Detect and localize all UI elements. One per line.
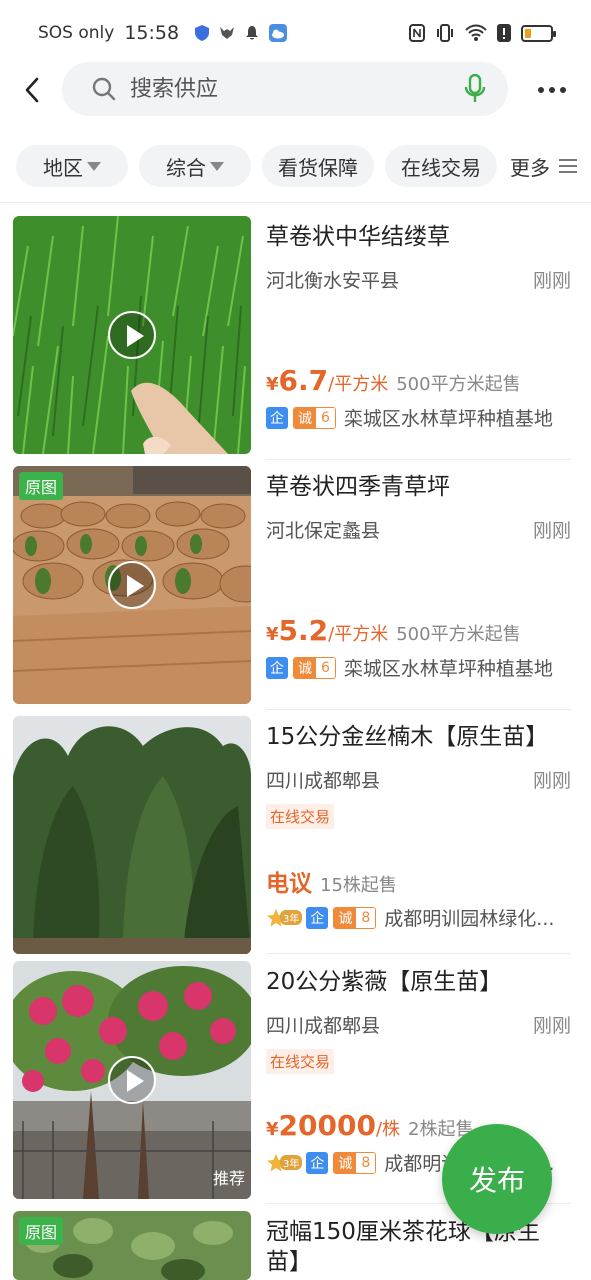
fox-icon: [220, 27, 235, 39]
price-unit: /平方米: [328, 624, 389, 645]
product-title: 草卷状中华结缕草: [266, 224, 450, 250]
search-bar[interactable]: [62, 62, 508, 116]
menu-icon: [559, 159, 577, 173]
enterprise-badge: 企: [266, 406, 288, 429]
recommended-badge: 推荐: [212, 1169, 245, 1188]
original-image-badge: 原图: [19, 1217, 64, 1245]
play-video-icon[interactable]: [108, 1056, 156, 1104]
product-location: 河北保定蠡县: [266, 520, 381, 542]
dropdown-arrow-icon: [210, 161, 224, 171]
enterprise-badge: 企: [266, 656, 288, 679]
filter-sort[interactable]: 综合: [139, 145, 251, 187]
product-image[interactable]: [13, 216, 251, 454]
nfc-icon: [409, 24, 425, 42]
carrier-text: SOS only: [38, 23, 115, 43]
product-location: 河北衡水安平县: [266, 270, 400, 292]
status-bar: SOS only 15:58: [0, 0, 591, 66]
product-title: 草卷状四季青草坪: [266, 474, 450, 500]
clock: 15:58: [124, 22, 180, 44]
enterprise-badge: 企: [306, 1151, 329, 1174]
weather-icon: [269, 24, 288, 42]
product-title: 15公分金丝楠木【原生苗】: [266, 724, 549, 750]
original-image-badge: 原图: [19, 472, 64, 500]
search-input[interactable]: [130, 76, 440, 102]
filter-online-trade[interactable]: 在线交易: [385, 145, 497, 187]
battery-icon: [521, 24, 556, 42]
integrity-badge: 诚8: [333, 906, 377, 929]
min-order: 15株起售: [320, 875, 397, 896]
divider: [266, 459, 571, 460]
online-trade-tag: 在线交易: [266, 804, 335, 829]
seller-name: 成都明训园林绿化...: [384, 908, 555, 930]
product-image[interactable]: 推荐: [13, 961, 251, 1199]
alert-icon: [497, 24, 511, 42]
play-video-icon[interactable]: [108, 561, 156, 609]
filter-bar: 地区 综合 看货保障 在线交易 更多: [0, 145, 591, 189]
integrity-badge: 诚6: [293, 406, 336, 429]
price-row: ¥ 6.7 /平方米 500平方米起售: [266, 364, 521, 397]
back-button[interactable]: [0, 60, 64, 120]
product-title: 20公分紫薇【原生苗】: [266, 969, 503, 995]
integrity-badge: 诚6: [293, 656, 336, 679]
microphone-icon[interactable]: [464, 74, 486, 104]
member-years-badge: 3年: [266, 908, 303, 928]
seller-row[interactable]: 企 诚6 栾城区水林草坪种植基地: [266, 654, 571, 681]
more-filters-button[interactable]: 更多: [510, 145, 578, 187]
price-value: 6.7: [278, 364, 329, 397]
price-value: 5.2: [278, 614, 329, 647]
product-image[interactable]: [13, 716, 251, 954]
shield-icon: [195, 25, 210, 41]
enterprise-badge: 企: [306, 906, 329, 929]
seller-row[interactable]: 企 诚6 栾城区水林草坪种植基地: [266, 404, 571, 431]
divider: [0, 202, 591, 203]
price-row: ¥ 20000 /株 2株起售: [266, 1109, 473, 1142]
post-time: 刚刚: [532, 520, 571, 542]
member-years-badge: 3年: [266, 1153, 303, 1173]
search-icon: [92, 77, 116, 101]
filter-region[interactable]: 地区: [16, 145, 128, 187]
publish-button[interactable]: 发布: [442, 1124, 552, 1234]
vibrate-icon: [437, 24, 453, 42]
price-unit: /株: [375, 1119, 401, 1140]
post-time: 刚刚: [532, 770, 571, 792]
post-time: 刚刚: [532, 1015, 571, 1037]
divider: [266, 709, 571, 710]
seller-row[interactable]: 3年 企 诚8 成都明训园林绿化...: [266, 904, 571, 931]
seller-name: 栾城区水林草坪种植基地: [343, 658, 553, 680]
seller-name: 栾城区水林草坪种植基地: [343, 408, 553, 430]
price-row: 电议 15株起售: [266, 864, 397, 898]
integrity-badge: 诚8: [333, 1151, 377, 1174]
product-image[interactable]: 原图: [13, 1211, 251, 1280]
currency-symbol: ¥: [266, 1119, 279, 1140]
more-options-button[interactable]: [528, 60, 576, 120]
product-location: 四川成都郫县: [266, 770, 381, 792]
currency-symbol: ¥: [266, 374, 279, 395]
chevron-left-icon: [25, 77, 39, 103]
dropdown-arrow-icon: [87, 161, 101, 171]
product-image[interactable]: 原图: [13, 466, 251, 704]
currency-symbol: ¥: [266, 624, 279, 645]
post-time: 刚刚: [532, 270, 571, 292]
price-row: ¥ 5.2 /平方米 500平方米起售: [266, 614, 521, 647]
product-location: 四川成都郫县: [266, 1015, 381, 1037]
bell-icon: [246, 26, 259, 40]
online-trade-tag: 在线交易: [266, 1049, 335, 1074]
filter-inspection[interactable]: 看货保障: [262, 145, 374, 187]
search-header: [0, 60, 591, 120]
min-order: 500平方米起售: [396, 624, 521, 645]
min-order: 500平方米起售: [396, 374, 521, 395]
price-negotiable: 电议: [266, 871, 312, 897]
price-unit: /平方米: [328, 374, 389, 395]
price-value: 20000: [278, 1109, 376, 1142]
wifi-icon: [465, 24, 487, 41]
divider: [266, 953, 571, 954]
play-video-icon[interactable]: [108, 311, 156, 359]
